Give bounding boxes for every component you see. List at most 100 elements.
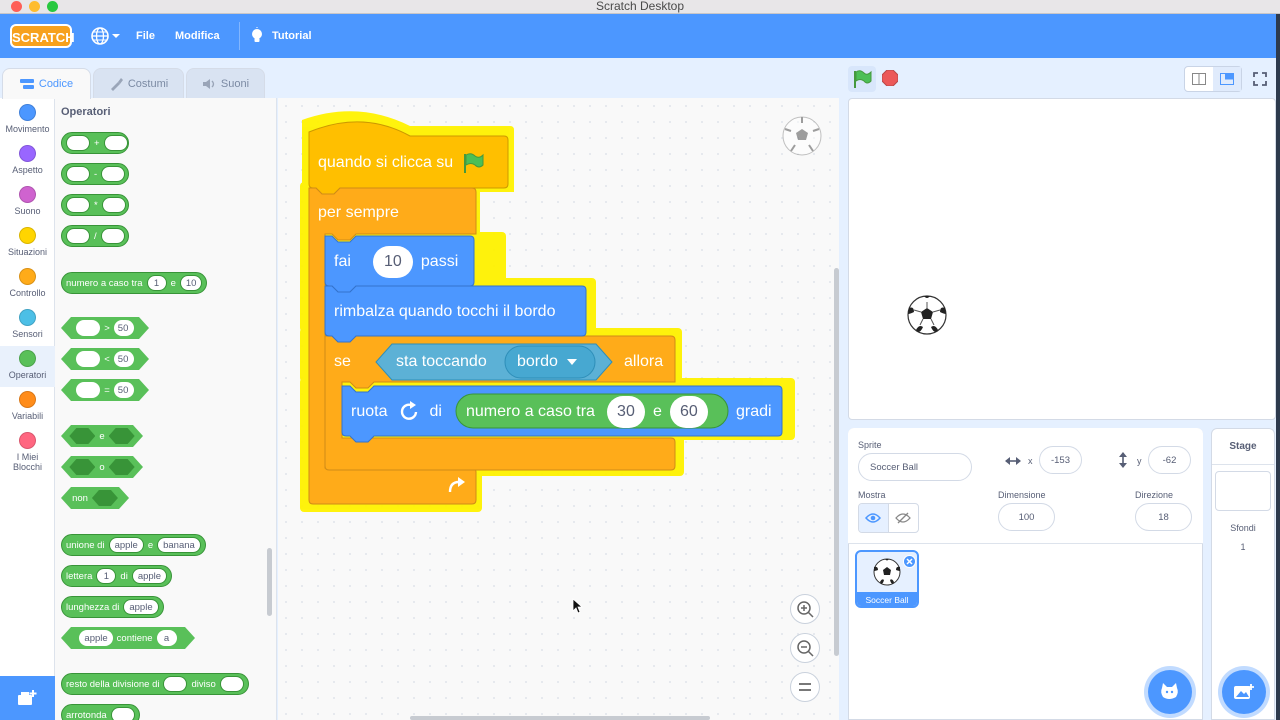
- contains-word-input[interactable]: apple: [79, 630, 112, 646]
- normal-stage-icon: [1220, 73, 1234, 85]
- script-horizontal-scrollbar[interactable]: [410, 716, 710, 720]
- stage-thumbnail[interactable]: [1215, 471, 1271, 511]
- cat-plus-icon: [1161, 683, 1178, 699]
- y-position-input[interactable]: -62: [1148, 446, 1191, 474]
- choose-backdrop-button[interactable]: [1222, 670, 1266, 714]
- lt-value[interactable]: 50: [114, 351, 134, 367]
- block-join[interactable]: unione di apple e banana: [61, 534, 206, 556]
- letter-word-input[interactable]: apple: [131, 568, 168, 584]
- turn-unit: gradi: [736, 401, 772, 423]
- reset-zoom-button[interactable]: [790, 672, 820, 702]
- block-subtract[interactable]: -: [61, 163, 129, 185]
- choose-sprite-button[interactable]: [1148, 670, 1192, 714]
- eq-value[interactable]: 50: [114, 382, 134, 398]
- random-reporter[interactable]: numero a caso tra 30 e 60: [466, 395, 708, 429]
- delete-sprite-button[interactable]: [903, 555, 916, 568]
- sprite-thumbnail-soccer-ball[interactable]: Soccer Ball: [855, 550, 919, 608]
- random-from-input[interactable]: 1: [146, 275, 167, 291]
- block-add[interactable]: +: [61, 132, 129, 154]
- tab-costumes[interactable]: Costumi: [93, 68, 184, 98]
- block-add-label: +: [94, 137, 100, 149]
- category-my-blocks[interactable]: I Miei Blocchi: [0, 432, 55, 482]
- join-b-input[interactable]: banana: [157, 537, 201, 553]
- turn-of-label: di: [429, 403, 442, 420]
- hat-block-when-flag-clicked[interactable]: quando si clicca su: [318, 152, 485, 174]
- tab-sounds[interactable]: Suoni: [186, 68, 265, 98]
- random-to-input[interactable]: 10: [179, 275, 203, 291]
- size-input[interactable]: 100: [998, 503, 1055, 531]
- menu-bar: SCRATCH File Modifica Tutorial: [0, 14, 1280, 58]
- category-looks[interactable]: Aspetto: [0, 145, 55, 185]
- zoom-out-button[interactable]: [790, 633, 820, 663]
- block-divide-label: /: [94, 230, 97, 242]
- bounce-block[interactable]: rimbalza quando tocchi il bordo: [334, 301, 555, 323]
- join-a-input[interactable]: apple: [108, 537, 144, 553]
- sound-dot-icon: [19, 186, 36, 203]
- move-block[interactable]: fai 10 passi: [334, 245, 458, 279]
- block-multiply[interactable]: *: [61, 194, 129, 216]
- random-from-input[interactable]: 30: [606, 396, 645, 428]
- script-vertical-scrollbar[interactable]: [834, 268, 839, 656]
- soccer-ball-sprite[interactable]: [906, 294, 948, 336]
- length-word-input[interactable]: apple: [123, 599, 159, 615]
- stop-icon: [881, 69, 899, 87]
- x-position-input[interactable]: -153: [1039, 446, 1082, 474]
- block-or[interactable]: o: [61, 456, 143, 478]
- category-motion[interactable]: Movimento: [0, 104, 55, 144]
- scratch-logo[interactable]: SCRATCH: [10, 24, 75, 48]
- category-operators[interactable]: Operatori: [0, 346, 55, 387]
- letter-n-input[interactable]: 1: [96, 568, 117, 584]
- mouse-cursor-icon: [572, 598, 584, 614]
- speaker-icon: [202, 78, 215, 89]
- block-letter-of[interactable]: lettera 1 di apple: [61, 565, 173, 587]
- direction-input[interactable]: 18: [1135, 503, 1192, 531]
- fullscreen-button[interactable]: [1246, 66, 1273, 92]
- category-sensing[interactable]: Sensori: [0, 309, 55, 349]
- category-variables[interactable]: Variabili: [0, 391, 55, 431]
- forever-block[interactable]: per sempre: [318, 202, 399, 224]
- fullscreen-icon: [1252, 72, 1267, 86]
- block-mod[interactable]: resto della divisione di diviso: [61, 673, 249, 695]
- block-subtract-label: -: [94, 168, 98, 180]
- script-area[interactable]: quando si clicca su per sempre fai 10 pa…: [278, 98, 839, 720]
- hide-sprite-button[interactable]: [889, 504, 918, 532]
- block-random[interactable]: numero a caso tra 1 e 10: [61, 272, 208, 294]
- block-length-of[interactable]: lunghezza di apple: [61, 596, 164, 618]
- sprite-name-input[interactable]: Soccer Ball: [858, 453, 972, 481]
- touching-target-dropdown[interactable]: bordo: [517, 351, 578, 373]
- block-divide[interactable]: /: [61, 225, 129, 247]
- palette-scrollbar[interactable]: [267, 548, 272, 616]
- block-equals[interactable]: = 50: [61, 379, 149, 401]
- block-greater-than[interactable]: >50: [61, 317, 149, 339]
- category-events[interactable]: Situazioni: [0, 227, 55, 267]
- brush-icon: [110, 77, 123, 91]
- show-sprite-button[interactable]: [859, 504, 889, 532]
- file-menu[interactable]: File: [136, 14, 155, 58]
- tutorials-menu[interactable]: Tutorial: [272, 14, 312, 58]
- not-label: non: [72, 492, 88, 504]
- normal-stage-button[interactable]: [1213, 67, 1241, 91]
- tab-code[interactable]: Codice: [2, 68, 91, 99]
- stage-canvas[interactable]: [848, 98, 1276, 420]
- zoom-in-button[interactable]: [790, 594, 820, 624]
- touching-block[interactable]: sta toccando: [396, 351, 487, 373]
- turn-block[interactable]: ruota di: [351, 395, 442, 429]
- category-control[interactable]: Controllo: [0, 268, 55, 308]
- green-flag-button[interactable]: [848, 66, 876, 92]
- stop-button[interactable]: [881, 69, 899, 87]
- random-to-input[interactable]: 60: [669, 396, 708, 428]
- add-extension-button[interactable]: [0, 676, 55, 720]
- block-contains[interactable]: apple contiene a: [61, 627, 195, 649]
- small-stage-button[interactable]: [1185, 67, 1213, 91]
- if-block[interactable]: se: [334, 351, 351, 373]
- language-menu[interactable]: [90, 26, 122, 46]
- block-not[interactable]: non: [61, 487, 129, 509]
- block-round[interactable]: arrotonda: [61, 704, 140, 720]
- category-sound[interactable]: Suono: [0, 186, 55, 226]
- contains-char-input[interactable]: a: [157, 630, 177, 646]
- move-steps-input[interactable]: 10: [372, 246, 413, 278]
- edit-menu[interactable]: Modifica: [175, 14, 220, 58]
- gt-value[interactable]: 50: [114, 320, 134, 336]
- block-less-than[interactable]: <50: [61, 348, 149, 370]
- block-and[interactable]: e: [61, 425, 143, 447]
